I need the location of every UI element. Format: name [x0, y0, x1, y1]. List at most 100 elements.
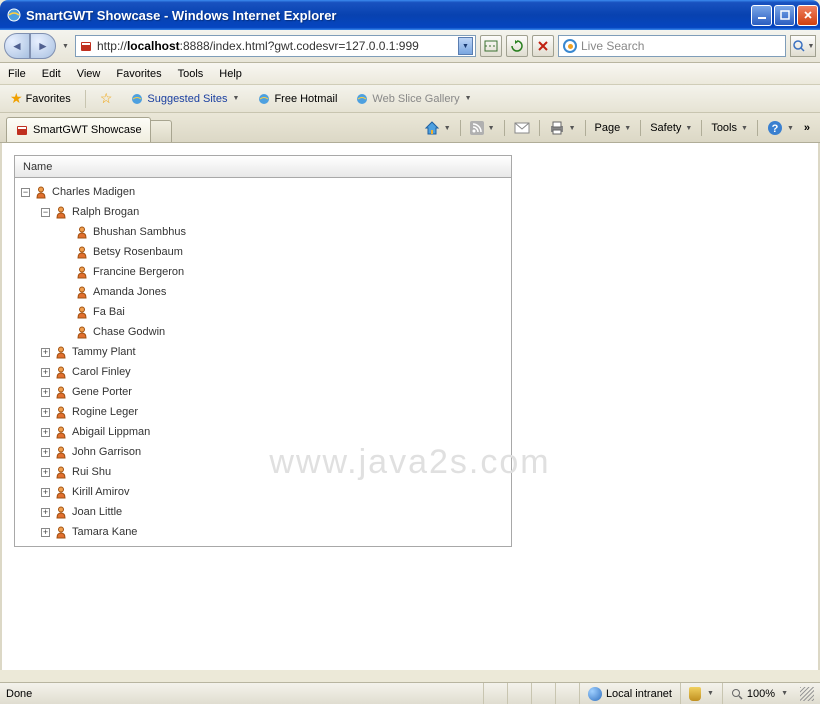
person-icon [54, 365, 68, 379]
page-menu[interactable]: Page▼ [591, 120, 636, 136]
tree-node-label: Francine Bergeron [93, 266, 184, 278]
person-icon [75, 245, 89, 259]
tree-row[interactable]: +Rogine Leger [15, 402, 511, 422]
tree-toggle-icon[interactable]: − [41, 208, 50, 217]
ie-small-icon [355, 92, 369, 106]
back-button[interactable]: ◄ [4, 33, 30, 59]
tree-grid-header[interactable]: Name [15, 156, 511, 178]
menu-view[interactable]: View [77, 68, 101, 80]
zone-label: Local intranet [606, 688, 672, 700]
tree-row[interactable]: − Charles Madigen [15, 182, 511, 202]
refresh-button[interactable] [506, 35, 528, 57]
free-hotmail-link[interactable]: Free Hotmail [253, 90, 341, 108]
favorites-label: Favorites [26, 93, 71, 105]
tree-row[interactable]: Betsy Rosenbaum [15, 242, 511, 262]
tab-icon [15, 123, 29, 137]
url-dropdown-icon[interactable]: ▼ [458, 37, 473, 55]
person-icon [75, 265, 89, 279]
menu-favorites[interactable]: Favorites [116, 68, 161, 80]
tab-bar: SmartGWT Showcase ▼ ▼ ▼ Page▼ Safety▼ To… [0, 113, 820, 143]
tree-row[interactable]: −Ralph Brogan [15, 202, 511, 222]
favorites-button[interactable]: ★Favorites [6, 88, 75, 109]
search-go-button[interactable]: ▼ [790, 35, 816, 57]
status-bar: Done Local intranet ▼ 100% ▼ [0, 682, 820, 704]
mail-icon [514, 122, 530, 134]
tree-node-label: Gene Porter [72, 386, 132, 398]
tree-node-label: Tammy Plant [72, 346, 136, 358]
tree-row[interactable]: Francine Bergeron [15, 262, 511, 282]
tree-row[interactable]: Chase Godwin [15, 322, 511, 342]
close-button[interactable] [797, 5, 818, 26]
tree-row[interactable]: Fa Bai [15, 302, 511, 322]
maximize-button[interactable] [774, 5, 795, 26]
tree-row[interactable]: + John Garrison [15, 442, 511, 462]
tree-row[interactable]: Bhushan Sambhus [15, 222, 511, 242]
person-icon [54, 505, 68, 519]
navigation-bar: ◄ ► ▼ http://localhost:8888/index.html?g… [0, 30, 820, 63]
person-icon [54, 525, 68, 539]
tree-node-label: John Garrison [72, 446, 141, 458]
tree-toggle-icon[interactable]: + [41, 488, 50, 497]
tab-smartgwt[interactable]: SmartGWT Showcase [6, 117, 151, 142]
tree-node-label: Rui Shu [72, 466, 111, 478]
search-placeholder: Live Search [581, 39, 644, 53]
mail-button[interactable] [510, 120, 534, 136]
window-title: SmartGWT Showcase - Windows Internet Exp… [26, 8, 751, 23]
tree-row[interactable]: + Tammy Plant [15, 342, 511, 362]
resize-grip-icon[interactable] [800, 687, 814, 701]
tree-row[interactable]: Amanda Jones [15, 282, 511, 302]
url-text: http://localhost:8888/index.html?gwt.cod… [97, 39, 455, 53]
tree-toggle-icon[interactable]: + [41, 348, 50, 357]
tree-row[interactable]: +Kirill Amirov [15, 482, 511, 502]
tools-menu[interactable]: Tools▼ [707, 120, 752, 136]
safety-menu[interactable]: Safety▼ [646, 120, 696, 136]
web-slice-link[interactable]: Web Slice Gallery▼ [351, 90, 475, 108]
tree-toggle-icon[interactable]: + [41, 528, 50, 537]
compat-view-button[interactable] [480, 35, 502, 57]
star-icon: ★ [10, 90, 23, 107]
tree-row[interactable]: + Rui Shu [15, 462, 511, 482]
tree-row[interactable]: +Tamara Kane [15, 522, 511, 542]
tree-toggle-icon[interactable]: + [41, 368, 50, 377]
rss-icon [470, 121, 484, 135]
tree-toggle-icon[interactable]: + [41, 388, 50, 397]
security-zone[interactable]: Local intranet [579, 683, 680, 704]
history-dropdown-icon[interactable]: ▼ [60, 43, 71, 50]
tree-toggle-icon[interactable]: + [41, 448, 50, 457]
search-input[interactable]: Live Search [558, 35, 786, 57]
tree-row[interactable]: +Abigail Lippman [15, 422, 511, 442]
stop-button[interactable] [532, 35, 554, 57]
tree-toggle-icon[interactable]: + [41, 408, 50, 417]
person-icon [54, 205, 68, 219]
tree-row[interactable]: +Carol Finley [15, 362, 511, 382]
ie-logo-icon [6, 7, 22, 23]
menu-help[interactable]: Help [219, 68, 242, 80]
tree-toggle-icon[interactable]: − [21, 188, 30, 197]
zoom-control[interactable]: 100% ▼ [722, 683, 796, 704]
menu-edit[interactable]: Edit [42, 68, 61, 80]
bing-icon [563, 39, 577, 53]
toolbar-overflow[interactable]: » [800, 122, 814, 134]
protected-mode[interactable]: ▼ [680, 683, 722, 704]
tree-toggle-icon[interactable]: + [41, 468, 50, 477]
help-button[interactable]: ?▼ [763, 118, 798, 138]
tree-row[interactable]: +Joan Little [15, 502, 511, 522]
tree-node-label: Charles Madigen [52, 186, 135, 198]
minimize-button[interactable] [751, 5, 772, 26]
address-bar[interactable]: http://localhost:8888/index.html?gwt.cod… [75, 35, 476, 57]
new-tab-button[interactable] [150, 120, 172, 142]
person-icon [54, 405, 68, 419]
feeds-button[interactable]: ▼ [466, 119, 499, 137]
globe-icon [588, 687, 602, 701]
suggested-sites-link[interactable]: Suggested Sites▼ [126, 90, 243, 108]
person-icon [75, 225, 89, 239]
tree-toggle-icon[interactable]: + [41, 428, 50, 437]
menu-file[interactable]: File [8, 68, 26, 80]
tree-toggle-icon[interactable]: + [41, 508, 50, 517]
menu-tools[interactable]: Tools [178, 68, 204, 80]
home-button[interactable]: ▼ [420, 119, 455, 137]
print-button[interactable]: ▼ [545, 119, 580, 137]
forward-button[interactable]: ► [30, 33, 56, 59]
tree-row[interactable]: + Gene Porter [15, 382, 511, 402]
add-favorite-button[interactable]: ☆ [96, 88, 117, 109]
